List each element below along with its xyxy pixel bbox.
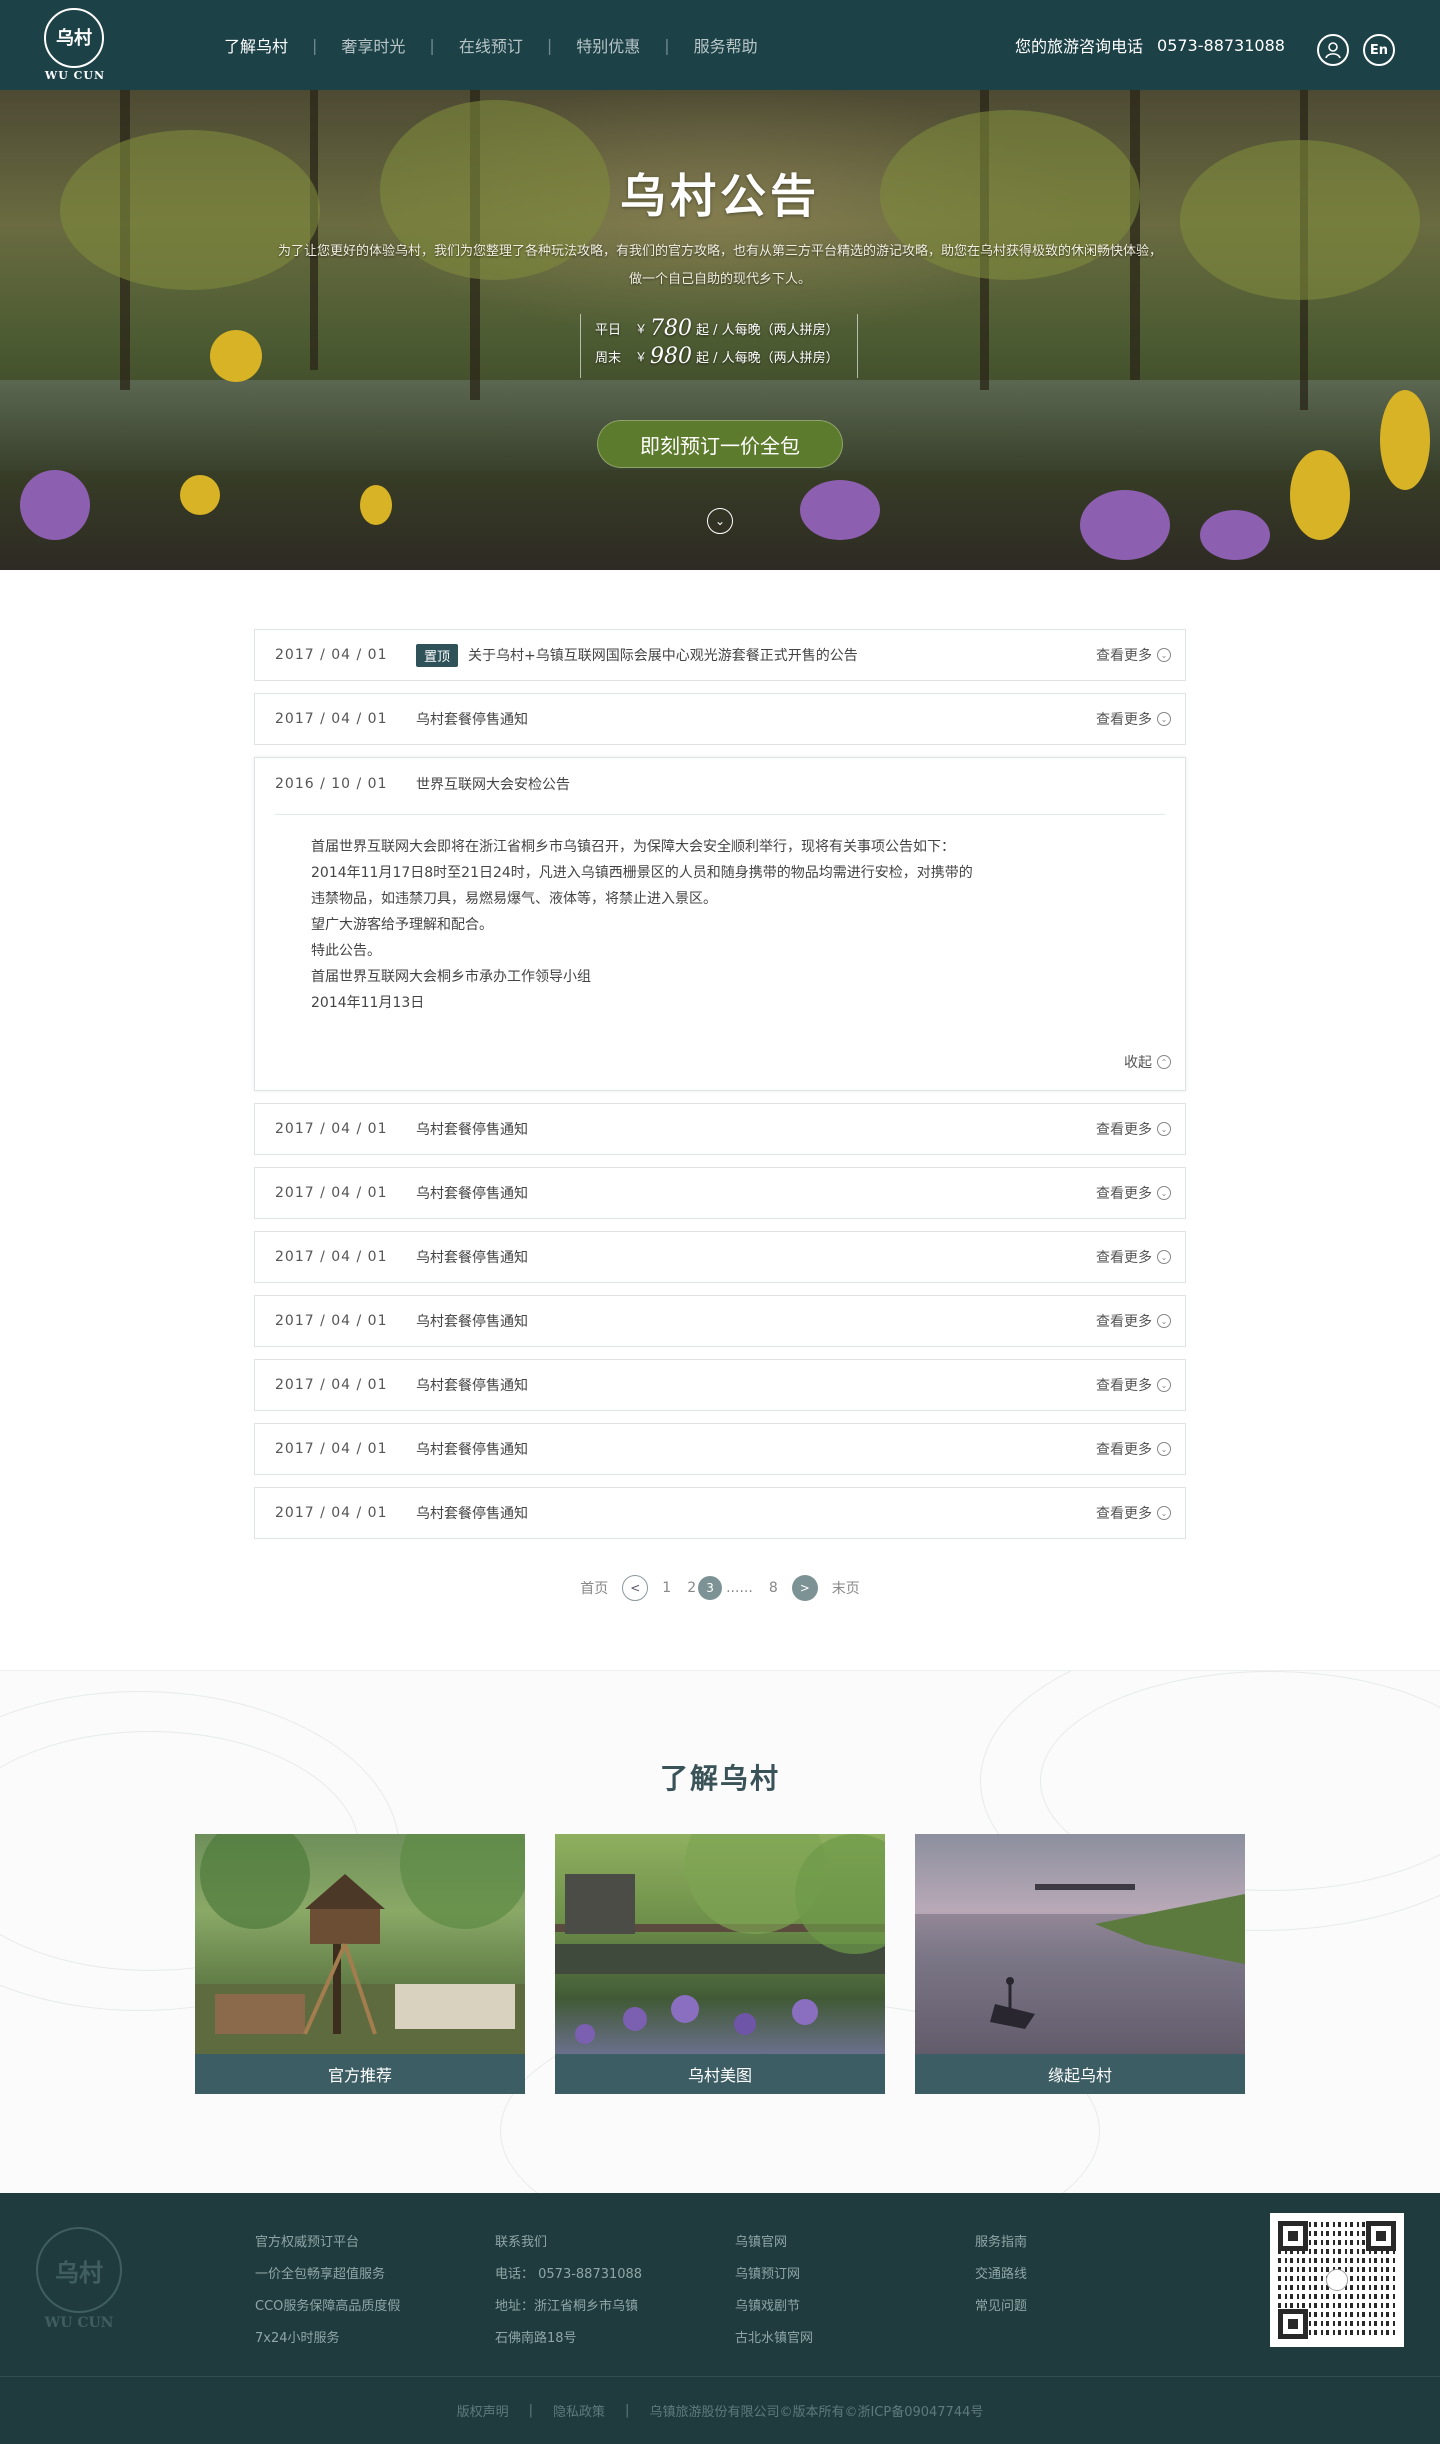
nav-item-help[interactable]: 服务帮助 [670,33,782,57]
nav-item-about[interactable]: 了解乌村 [200,33,312,57]
hotline-label: 您的旅游咨询电话 [1015,37,1144,56]
logo-seal: 乌村 [44,8,104,68]
logo-glyph: 乌村 [56,28,92,49]
nav-item-offers[interactable]: 特别优惠 [552,33,664,57]
nav-item-booking[interactable]: 在线预订 [435,33,547,57]
nav-item-luxury[interactable]: 奢享时光 [317,33,429,57]
hotline: 您的旅游咨询电话 0573-88731088 [1015,0,1285,90]
main-nav: 了解乌村 | 奢享时光 | 在线预订 | 特别优惠 | 服务帮助 [200,0,782,90]
wucun-logo[interactable]: 乌村 WU CUN [44,8,106,84]
logo-text: WU CUN [44,69,106,82]
user-icon[interactable] [1317,34,1349,66]
top-navbar: 乌村 WU CUN 了解乌村 | 奢享时光 | 在线预订 | 特别优惠 | 服务… [0,0,1440,90]
user-glyph-icon [1325,42,1341,59]
page-height-spacer [0,0,1440,2444]
language-toggle-button[interactable]: En [1363,34,1395,66]
hotline-number[interactable]: 0573-88731088 [1157,36,1285,55]
